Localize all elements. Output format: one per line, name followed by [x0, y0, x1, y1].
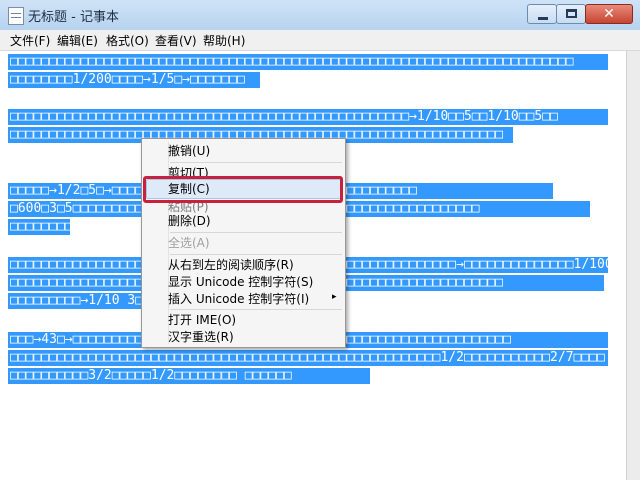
vertical-scrollbar[interactable] — [626, 51, 640, 480]
menu-separator — [170, 309, 342, 310]
maximize-button[interactable] — [556, 4, 586, 24]
menu-rtl-reading[interactable]: 从右到左的阅读顺序(R) — [168, 256, 294, 274]
menu-open-ime[interactable]: 打开 IME(O) — [168, 311, 236, 329]
copy-highlight-box — [143, 176, 343, 203]
menu-separator — [170, 162, 342, 163]
menu-separator — [170, 254, 342, 255]
minimize-icon — [538, 17, 548, 20]
submenu-arrow-icon: ▸ — [332, 292, 337, 302]
text-line: □□□□□□□□□□3/2□□□□□1/2□□□□□□□□ □□□□□□ — [8, 368, 370, 384]
maximize-icon — [566, 9, 577, 18]
menu-show-unicode[interactable]: 显示 Unicode 控制字符(S) — [168, 273, 313, 291]
menu-insert-unicode[interactable]: 插入 Unicode 控制字符(I) — [168, 290, 309, 308]
menu-format[interactable]: 格式(O) — [106, 32, 149, 49]
menu-delete[interactable]: 删除(D) — [168, 212, 211, 230]
window-title: 无标题 - 记事本 — [28, 10, 119, 25]
close-icon: ✕ — [603, 6, 615, 22]
notepad-icon — [8, 7, 24, 25]
menu-file[interactable]: 文件(F) — [10, 32, 50, 49]
text-line: □□□□□□□□□□□□□□□□□□□□□□□□□□□□□□□□□□□□□□□□… — [8, 54, 608, 70]
menu-separator — [170, 232, 342, 233]
close-button[interactable]: ✕ — [585, 4, 633, 24]
text-line: □□□□□□□□□□□□□□□□□□□□□□□□□□□□□□□□□□□□□□□□… — [8, 350, 608, 366]
text-line: □□□□□□□□□□□□□□□□□□□□□□□□□□□□□□□□□□□□□□□□… — [8, 109, 608, 125]
menu-select-all[interactable]: 全选(A) — [168, 234, 210, 252]
menu-view[interactable]: 查看(V) — [155, 32, 197, 49]
menu-undo[interactable]: 撤销(U) — [168, 142, 210, 160]
minimize-button[interactable] — [527, 4, 557, 24]
context-menu: 撤销(U) 剪切(T) 复制(C) 粘贴(P) 删除(D) 全选(A) 从右到左… — [141, 138, 346, 348]
text-line: □□□□□□□□1/200□□□□→1/5□→□□□□□□□ — [8, 72, 260, 88]
title-bar[interactable]: 无标题 - 记事本 ✕ — [0, 0, 640, 31]
menu-help[interactable]: 帮助(H) — [203, 32, 245, 49]
text-line: □□□□□□□□ — [8, 219, 70, 235]
menu-edit[interactable]: 编辑(E) — [57, 32, 98, 49]
menu-reconversion[interactable]: 汉字重选(R) — [168, 328, 234, 346]
menu-bar: 文件(F) 编辑(E) 格式(O) 查看(V) 帮助(H) — [0, 30, 640, 51]
